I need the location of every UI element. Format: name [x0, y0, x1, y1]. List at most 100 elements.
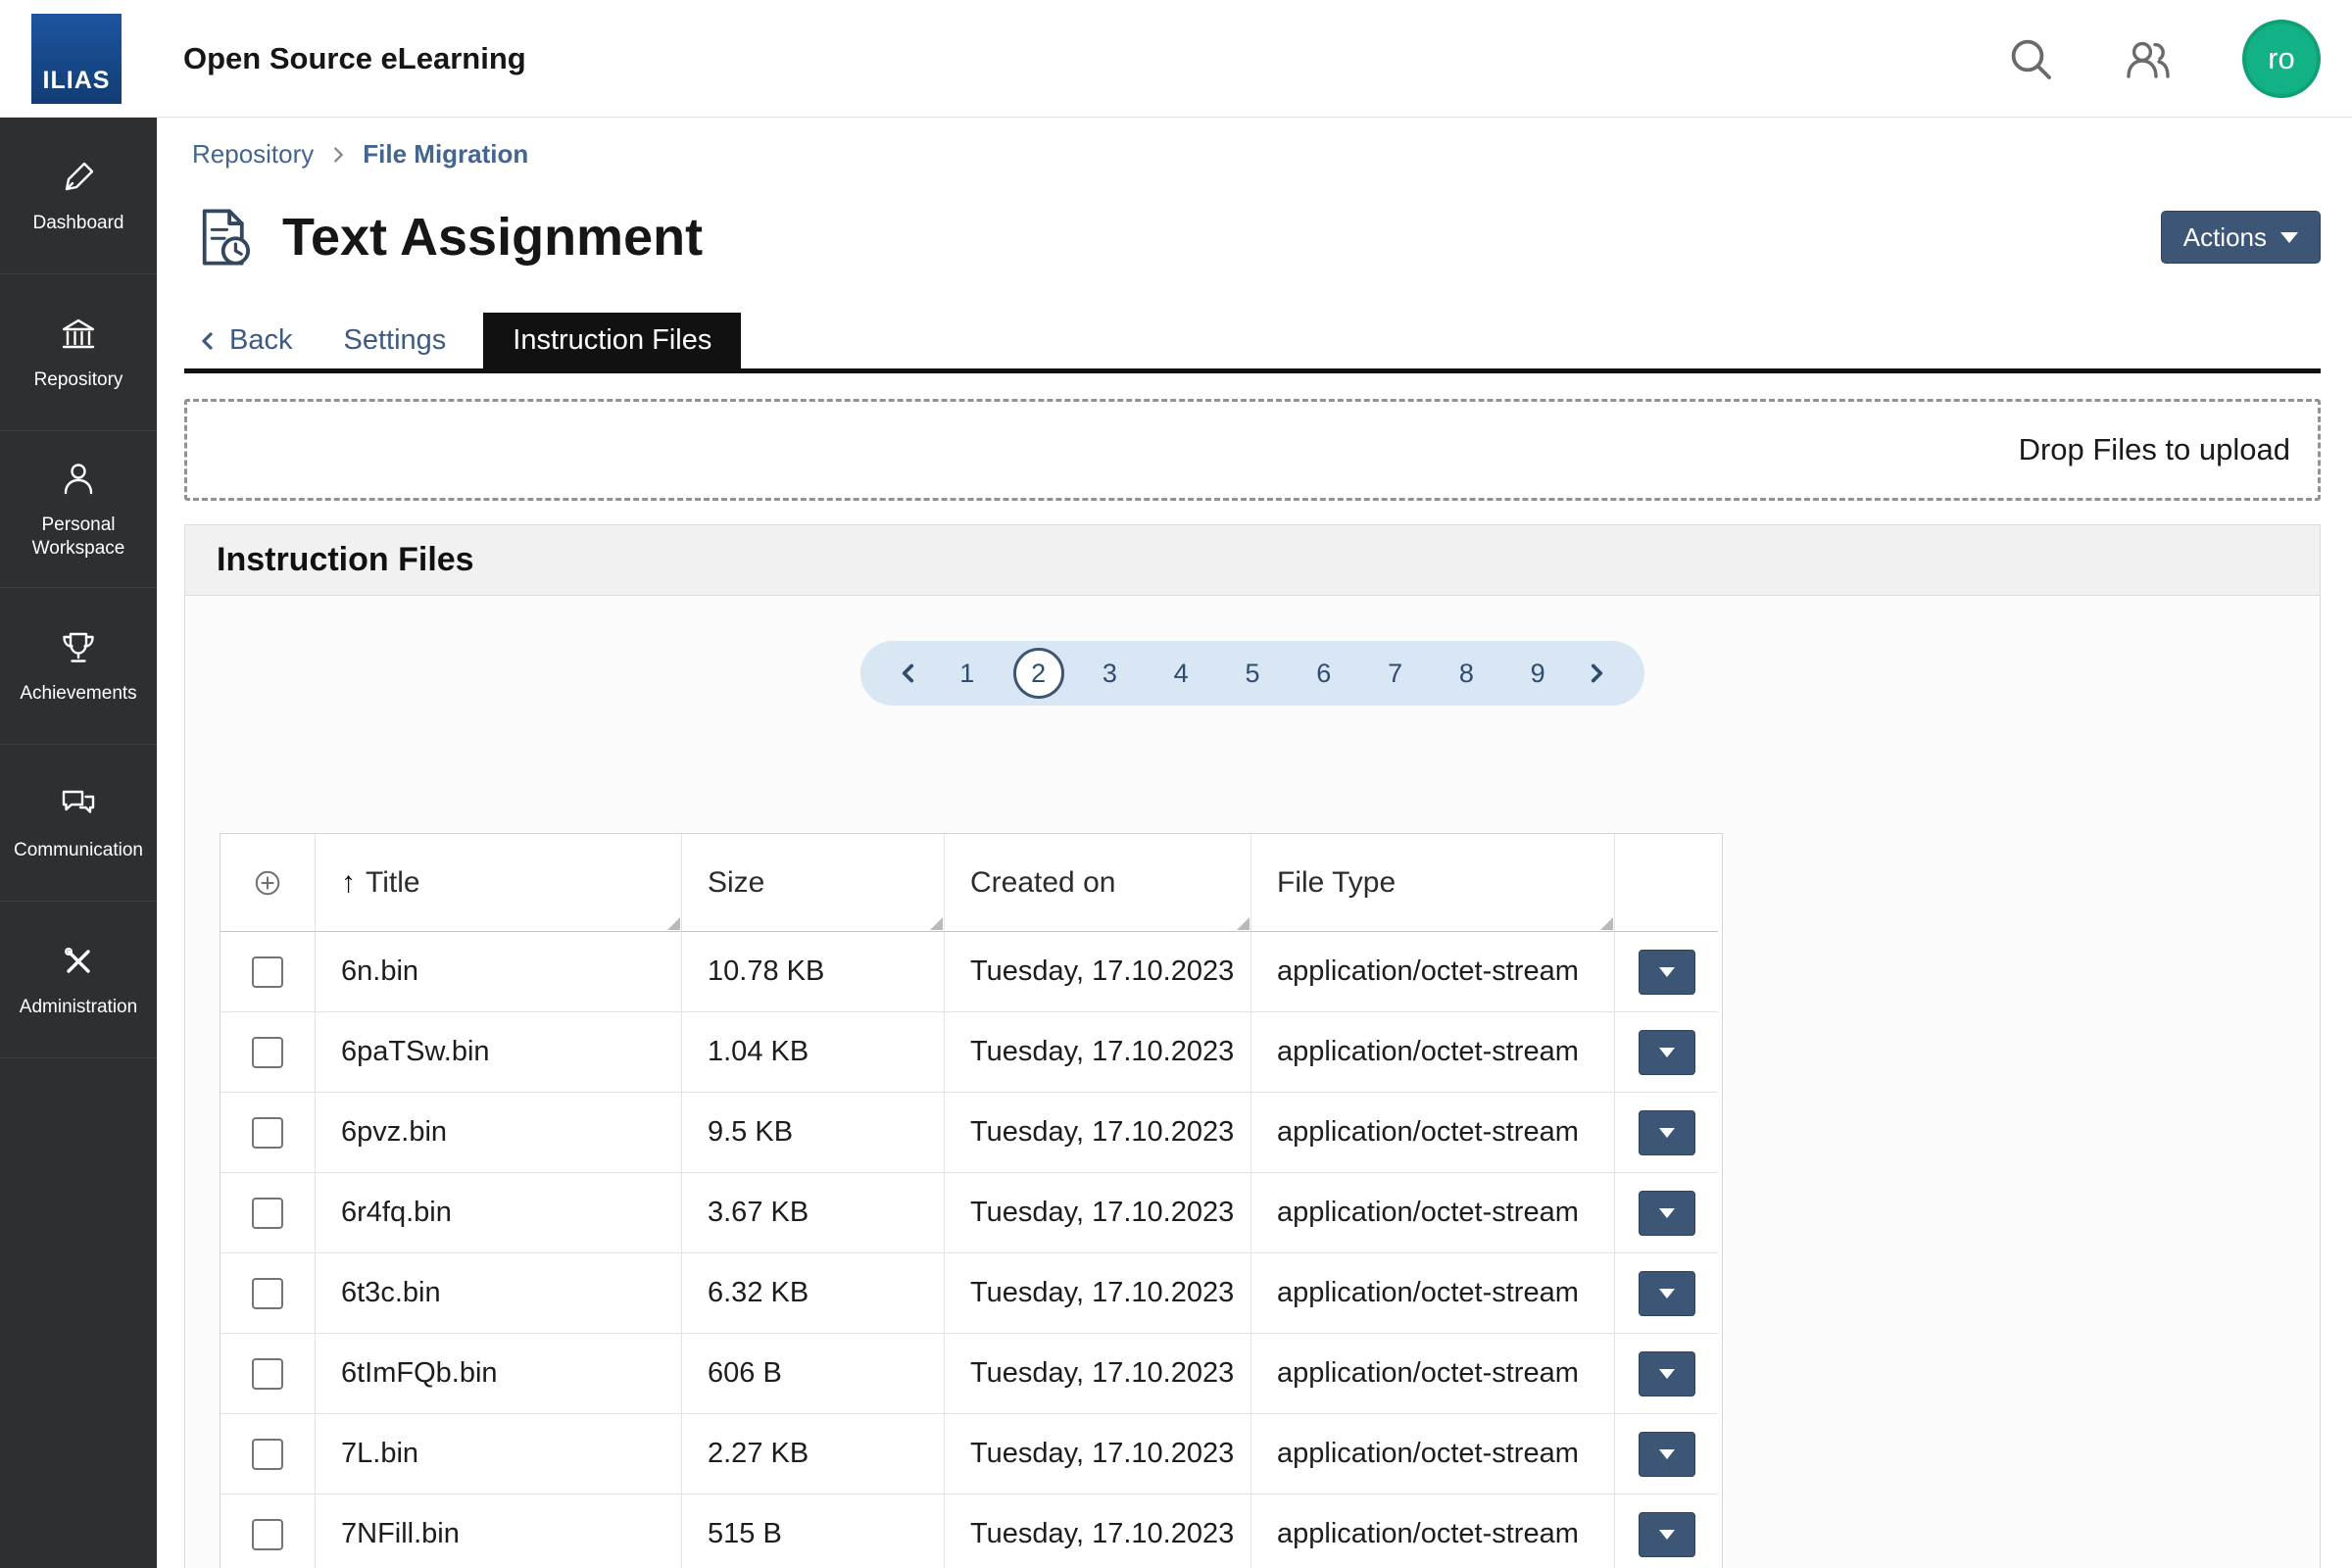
top-header: ILIAS Open Source eLearning ro: [0, 0, 2352, 118]
caret-down-icon: [2280, 232, 2298, 243]
column-resize-handle[interactable]: [930, 917, 943, 930]
ilias-logo[interactable]: ILIAS: [31, 14, 122, 104]
sidebar-label: Personal Workspace: [6, 514, 151, 561]
page-number[interactable]: 1: [942, 648, 993, 699]
table-row-select: [220, 1012, 316, 1093]
row-checkbox[interactable]: [252, 1198, 283, 1229]
cell-actions: [1615, 1093, 1718, 1173]
table-header-select[interactable]: [220, 834, 316, 932]
sidebar-item-dashboard[interactable]: Dashboard: [0, 118, 157, 274]
row-actions-dropdown[interactable]: [1639, 1432, 1695, 1477]
page-number-active[interactable]: 2: [1013, 648, 1064, 699]
cell-file-type: application/octet-stream: [1251, 1334, 1615, 1414]
sidebar-label: Dashboard: [33, 212, 124, 235]
chevron-right-icon: [327, 144, 349, 166]
row-actions-dropdown[interactable]: [1639, 1030, 1695, 1075]
page-number[interactable]: 9: [1512, 648, 1563, 699]
row-actions-dropdown[interactable]: [1639, 1351, 1695, 1396]
breadcrumb: Repository File Migration: [184, 139, 2321, 170]
file-dropzone[interactable]: Drop Files to upload: [184, 399, 2321, 501]
row-actions-dropdown[interactable]: [1639, 1110, 1695, 1155]
cell-title: 7L.bin: [316, 1414, 682, 1494]
column-resize-handle[interactable]: [667, 917, 680, 930]
repository-icon: [57, 313, 100, 356]
page-number[interactable]: 6: [1298, 648, 1349, 699]
row-actions-dropdown[interactable]: [1639, 1271, 1695, 1316]
page-number[interactable]: 3: [1084, 648, 1135, 699]
actions-label: Actions: [2183, 222, 2267, 253]
row-checkbox[interactable]: [252, 1117, 283, 1149]
row-checkbox[interactable]: [252, 1439, 283, 1470]
pagination: 1 2 3 4 5 6 7 8 9: [860, 641, 1644, 706]
caret-down-icon: [1659, 1449, 1675, 1459]
page-number[interactable]: 5: [1227, 648, 1278, 699]
user-avatar[interactable]: ro: [2242, 20, 2321, 98]
row-actions-dropdown[interactable]: [1639, 950, 1695, 995]
cell-actions: [1615, 1334, 1718, 1414]
column-resize-handle[interactable]: [1237, 917, 1250, 930]
breadcrumb-repository[interactable]: Repository: [192, 139, 314, 170]
cell-title: 6paTSw.bin: [316, 1012, 682, 1093]
avatar-initials: ro: [2268, 41, 2295, 76]
tab-instruction-files[interactable]: Instruction Files: [483, 313, 741, 368]
table-header-created[interactable]: Created on: [945, 834, 1251, 932]
actions-button[interactable]: Actions: [2161, 211, 2321, 264]
cell-size: 606 B: [682, 1334, 945, 1414]
cell-created: Tuesday, 17.10.2023: [945, 1494, 1251, 1568]
table-row-select: [220, 1494, 316, 1568]
tab-label: Instruction Files: [513, 324, 711, 357]
administration-icon: [57, 940, 100, 983]
cell-created: Tuesday, 17.10.2023: [945, 1334, 1251, 1414]
cell-created: Tuesday, 17.10.2023: [945, 932, 1251, 1012]
search-icon[interactable]: [2007, 35, 2054, 82]
logo-text: ILIAS: [43, 67, 111, 95]
row-actions-dropdown[interactable]: [1639, 1512, 1695, 1557]
cell-size: 3.67 KB: [682, 1173, 945, 1253]
sidebar-item-personal-workspace[interactable]: Personal Workspace: [0, 431, 157, 588]
table-row-select: [220, 1334, 316, 1414]
tab-back[interactable]: Back: [184, 313, 318, 368]
tab-settings[interactable]: Settings: [318, 313, 471, 368]
column-label: Title: [366, 866, 420, 900]
caret-down-icon: [1659, 1289, 1675, 1298]
sidebar-item-administration[interactable]: Administration: [0, 902, 157, 1058]
row-checkbox[interactable]: [252, 1037, 283, 1068]
page-number[interactable]: 4: [1155, 648, 1206, 699]
row-checkbox[interactable]: [252, 956, 283, 988]
sidebar-item-repository[interactable]: Repository: [0, 274, 157, 431]
title-row: Text Assignment Actions: [184, 205, 2321, 270]
sidebar-label: Administration: [20, 996, 137, 1019]
sidebar-item-communication[interactable]: Communication: [0, 745, 157, 902]
pagination-next-button[interactable]: [1584, 661, 1609, 686]
cell-title: 6t3c.bin: [316, 1253, 682, 1334]
users-icon[interactable]: [2125, 35, 2172, 82]
column-resize-handle[interactable]: [1600, 917, 1613, 930]
row-checkbox[interactable]: [252, 1278, 283, 1309]
sidebar-label: Repository: [34, 368, 123, 392]
header-actions: ro: [2007, 20, 2321, 98]
cell-title: 7NFill.bin: [316, 1494, 682, 1568]
panel-header: Instruction Files: [185, 525, 2320, 596]
cell-actions: [1615, 1012, 1718, 1093]
table-header-title[interactable]: ↑ Title: [316, 834, 682, 932]
page-number[interactable]: 7: [1370, 648, 1421, 699]
sidebar-item-achievements[interactable]: Achievements: [0, 588, 157, 745]
add-columns-icon[interactable]: [253, 868, 282, 898]
row-actions-dropdown[interactable]: [1639, 1191, 1695, 1236]
tab-label: Settings: [343, 324, 446, 357]
table-header-size[interactable]: Size: [682, 834, 945, 932]
page-number[interactable]: 8: [1441, 648, 1492, 699]
achievements-icon: [57, 626, 100, 669]
pagination-prev-button[interactable]: [896, 661, 921, 686]
table-row-select: [220, 1093, 316, 1173]
row-checkbox[interactable]: [252, 1358, 283, 1390]
breadcrumb-file-migration[interactable]: File Migration: [363, 139, 528, 170]
table-header-file-type[interactable]: File Type: [1251, 834, 1615, 932]
page-title: Text Assignment: [282, 207, 703, 268]
row-checkbox[interactable]: [252, 1519, 283, 1550]
caret-down-icon: [1659, 1128, 1675, 1138]
caret-down-icon: [1659, 1208, 1675, 1218]
cell-created: Tuesday, 17.10.2023: [945, 1093, 1251, 1173]
app-title: Open Source eLearning: [183, 41, 526, 76]
table-row-select: [220, 932, 316, 1012]
